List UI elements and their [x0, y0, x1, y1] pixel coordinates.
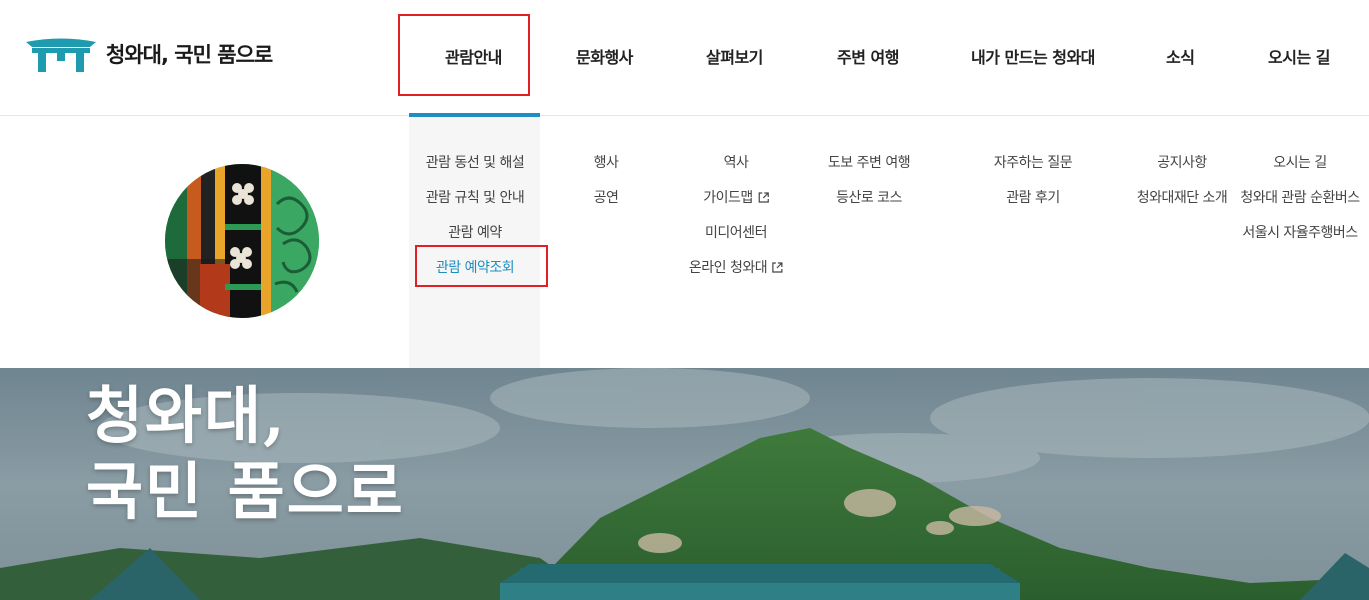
nav-visit-info[interactable]: 관람안내 [445, 44, 502, 68]
submenu-history[interactable]: 역사 [724, 152, 749, 172]
submenu-guide-map[interactable]: 가이드맵 [703, 187, 769, 207]
submenu-reviews[interactable]: 관람 후기 [1006, 187, 1060, 207]
external-link-icon [758, 192, 769, 203]
submenu-online-cheongwadae-label: 온라인 청와대 [688, 260, 768, 276]
submenu-guide-map-label: 가이드맵 [703, 190, 753, 206]
nav-nearby-travel[interactable]: 주변 여행 [837, 44, 899, 68]
nav-directions[interactable]: 오시는 길 [1268, 44, 1330, 68]
promo-image [165, 164, 319, 318]
hero-title-line1: 청와대, [86, 379, 287, 452]
submenu-performances[interactable]: 공연 [594, 187, 619, 207]
hero-banner: 청와대, 국민 품으로 [0, 368, 1369, 600]
mega-menu: 관람 동선 및 해설 관람 규칙 및 안내 관람 예약 관람 예약조회 행사 공… [0, 117, 1369, 368]
blue-house-logo-icon [26, 38, 96, 72]
submenu-online-cheongwadae[interactable]: 온라인 청와대 [689, 257, 783, 277]
nav-explore[interactable]: 살펴보기 [706, 44, 763, 68]
submenu-tour-rules[interactable]: 관람 규칙 및 안내 [426, 187, 525, 207]
submenu-reservation-lookup[interactable]: 관람 예약조회 [436, 257, 515, 277]
submenu-reservation[interactable]: 관람 예약 [448, 222, 502, 242]
submenu-notices[interactable]: 공지사항 [1157, 152, 1207, 172]
nav-news[interactable]: 소식 [1166, 44, 1195, 68]
hero-title: 청와대, 국민 품으로 [86, 378, 405, 530]
hero-title-line2: 국민 품으로 [86, 455, 405, 528]
submenu-directions[interactable]: 오시는 길 [1273, 152, 1327, 172]
submenu-shuttle-bus[interactable]: 청와대 관람 순환버스 [1240, 187, 1360, 207]
submenu-events[interactable]: 행사 [594, 152, 619, 172]
nav-my-cheongwadae[interactable]: 내가 만드는 청와대 [971, 44, 1095, 68]
submenu-hiking-course[interactable]: 등산로 코스 [836, 187, 902, 207]
submenu-autonomous-bus[interactable]: 서울시 자율주행버스 [1242, 222, 1358, 242]
site-logo[interactable]: 청와대, 국민 품으로 [24, 36, 273, 72]
submenu-walking-tour[interactable]: 도보 주변 여행 [828, 152, 911, 172]
site-header: 청와대, 국민 품으로 관람안내 문화행사 살펴보기 주변 여행 내가 만드는 … [0, 0, 1369, 117]
nav-culture-events[interactable]: 문화행사 [576, 44, 633, 68]
submenu-tour-route[interactable]: 관람 동선 및 해설 [426, 152, 525, 172]
submenu-foundation-intro[interactable]: 청와대재단 소개 [1137, 187, 1228, 207]
logo-text: 청와대, 국민 품으로 [106, 43, 273, 67]
external-link-icon [772, 262, 783, 273]
submenu-faq[interactable]: 자주하는 질문 [994, 152, 1073, 172]
submenu-media-center[interactable]: 미디어센터 [705, 222, 767, 242]
